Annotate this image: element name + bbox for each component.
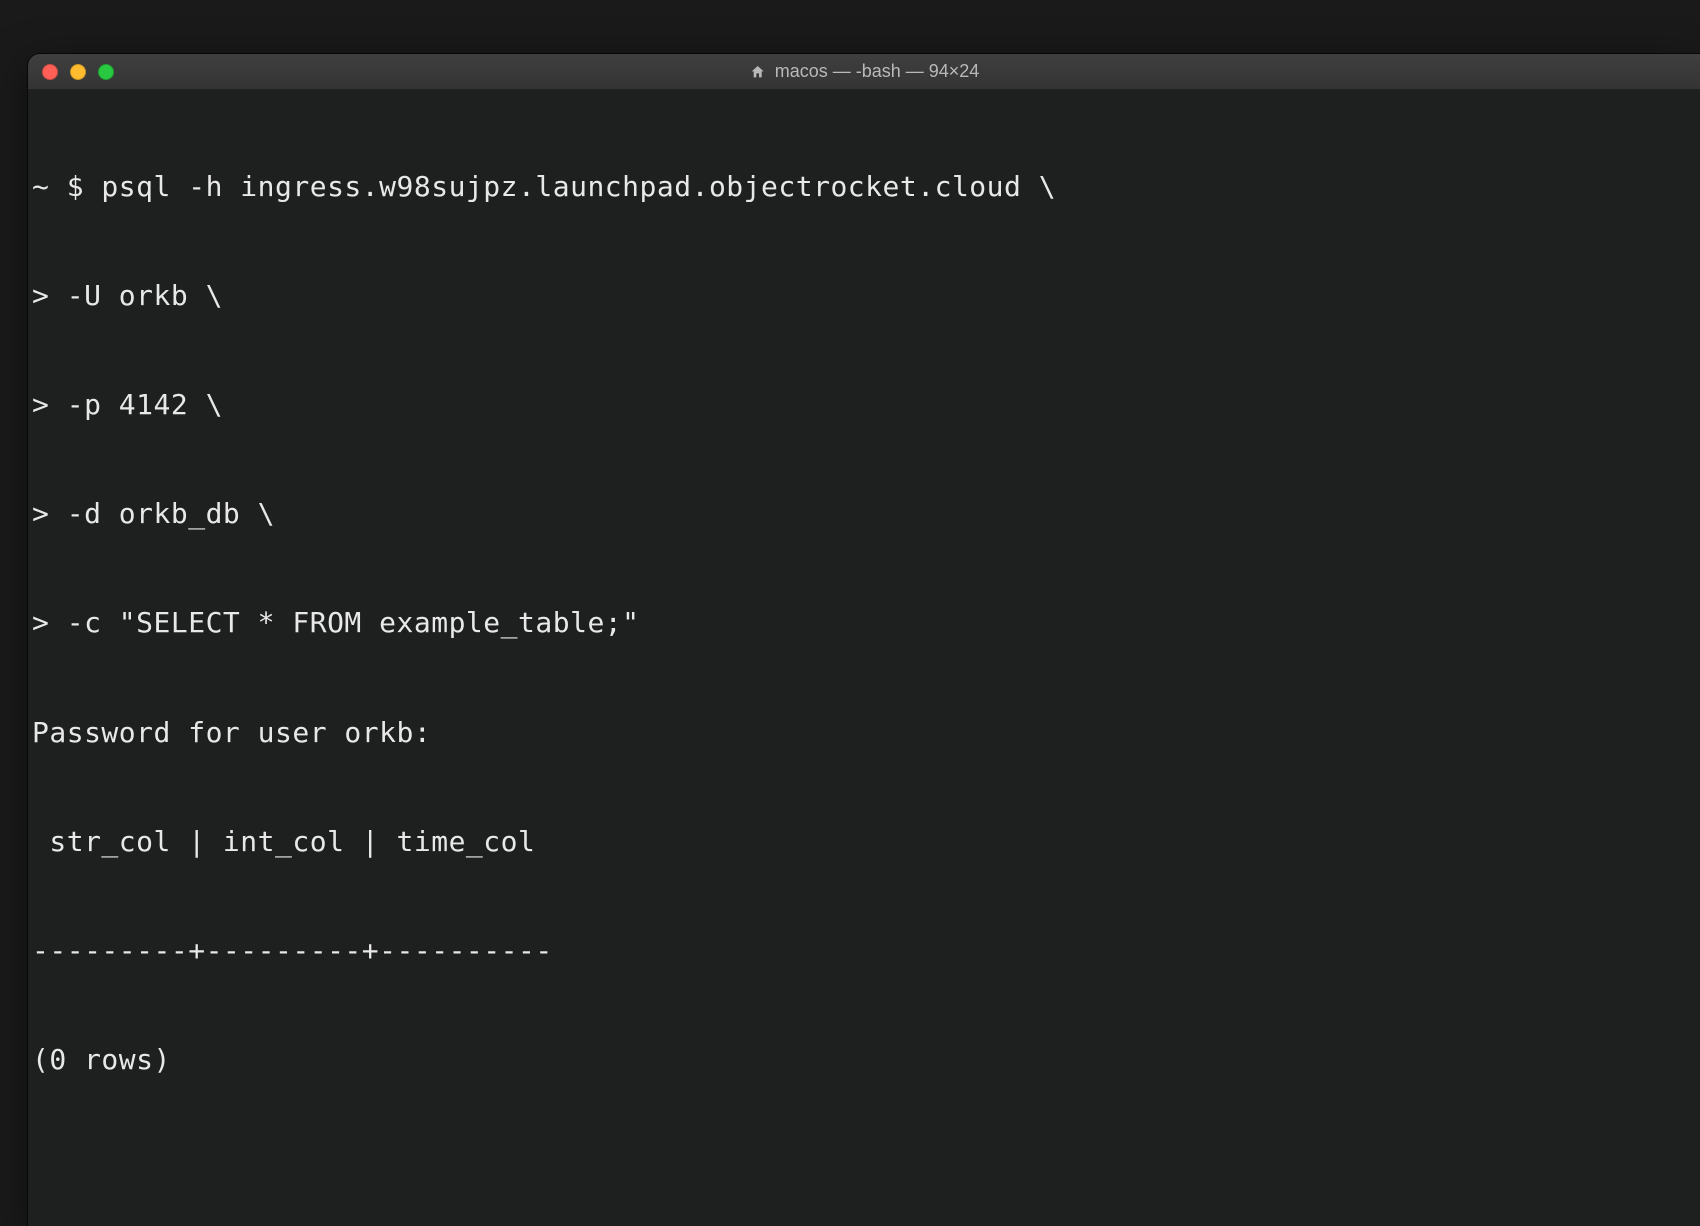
terminal-line: > -U orkb \ [32,278,1696,314]
terminal-line: ---------+---------+---------- [32,933,1696,969]
home-icon [749,63,767,81]
terminal-line: Password for user orkb: [32,715,1696,751]
terminal-line: (0 rows) [32,1042,1696,1078]
titlebar[interactable]: macos — -bash — 94×24 [28,54,1700,90]
terminal-body[interactable]: ~ $ psql -h ingress.w98sujpz.launchpad.o… [28,90,1700,1226]
terminal-line: > -c "SELECT * FROM example_table;" [32,605,1696,641]
terminal-line: > -d orkb_db \ [32,496,1696,532]
window-title: macos — -bash — 94×24 [775,61,980,82]
zoom-button[interactable] [98,64,114,80]
traffic-lights [42,64,114,80]
window-title-group: macos — -bash — 94×24 [749,61,980,82]
close-button[interactable] [42,64,58,80]
terminal-line: ~ $ psql -h ingress.w98sujpz.launchpad.o… [32,169,1696,205]
minimize-button[interactable] [70,64,86,80]
terminal-window: macos — -bash — 94×24 ~ $ psql -h ingres… [28,54,1700,1226]
terminal-line: str_col | int_col | time_col [32,824,1696,860]
terminal-line: > -p 4142 \ [32,387,1696,423]
